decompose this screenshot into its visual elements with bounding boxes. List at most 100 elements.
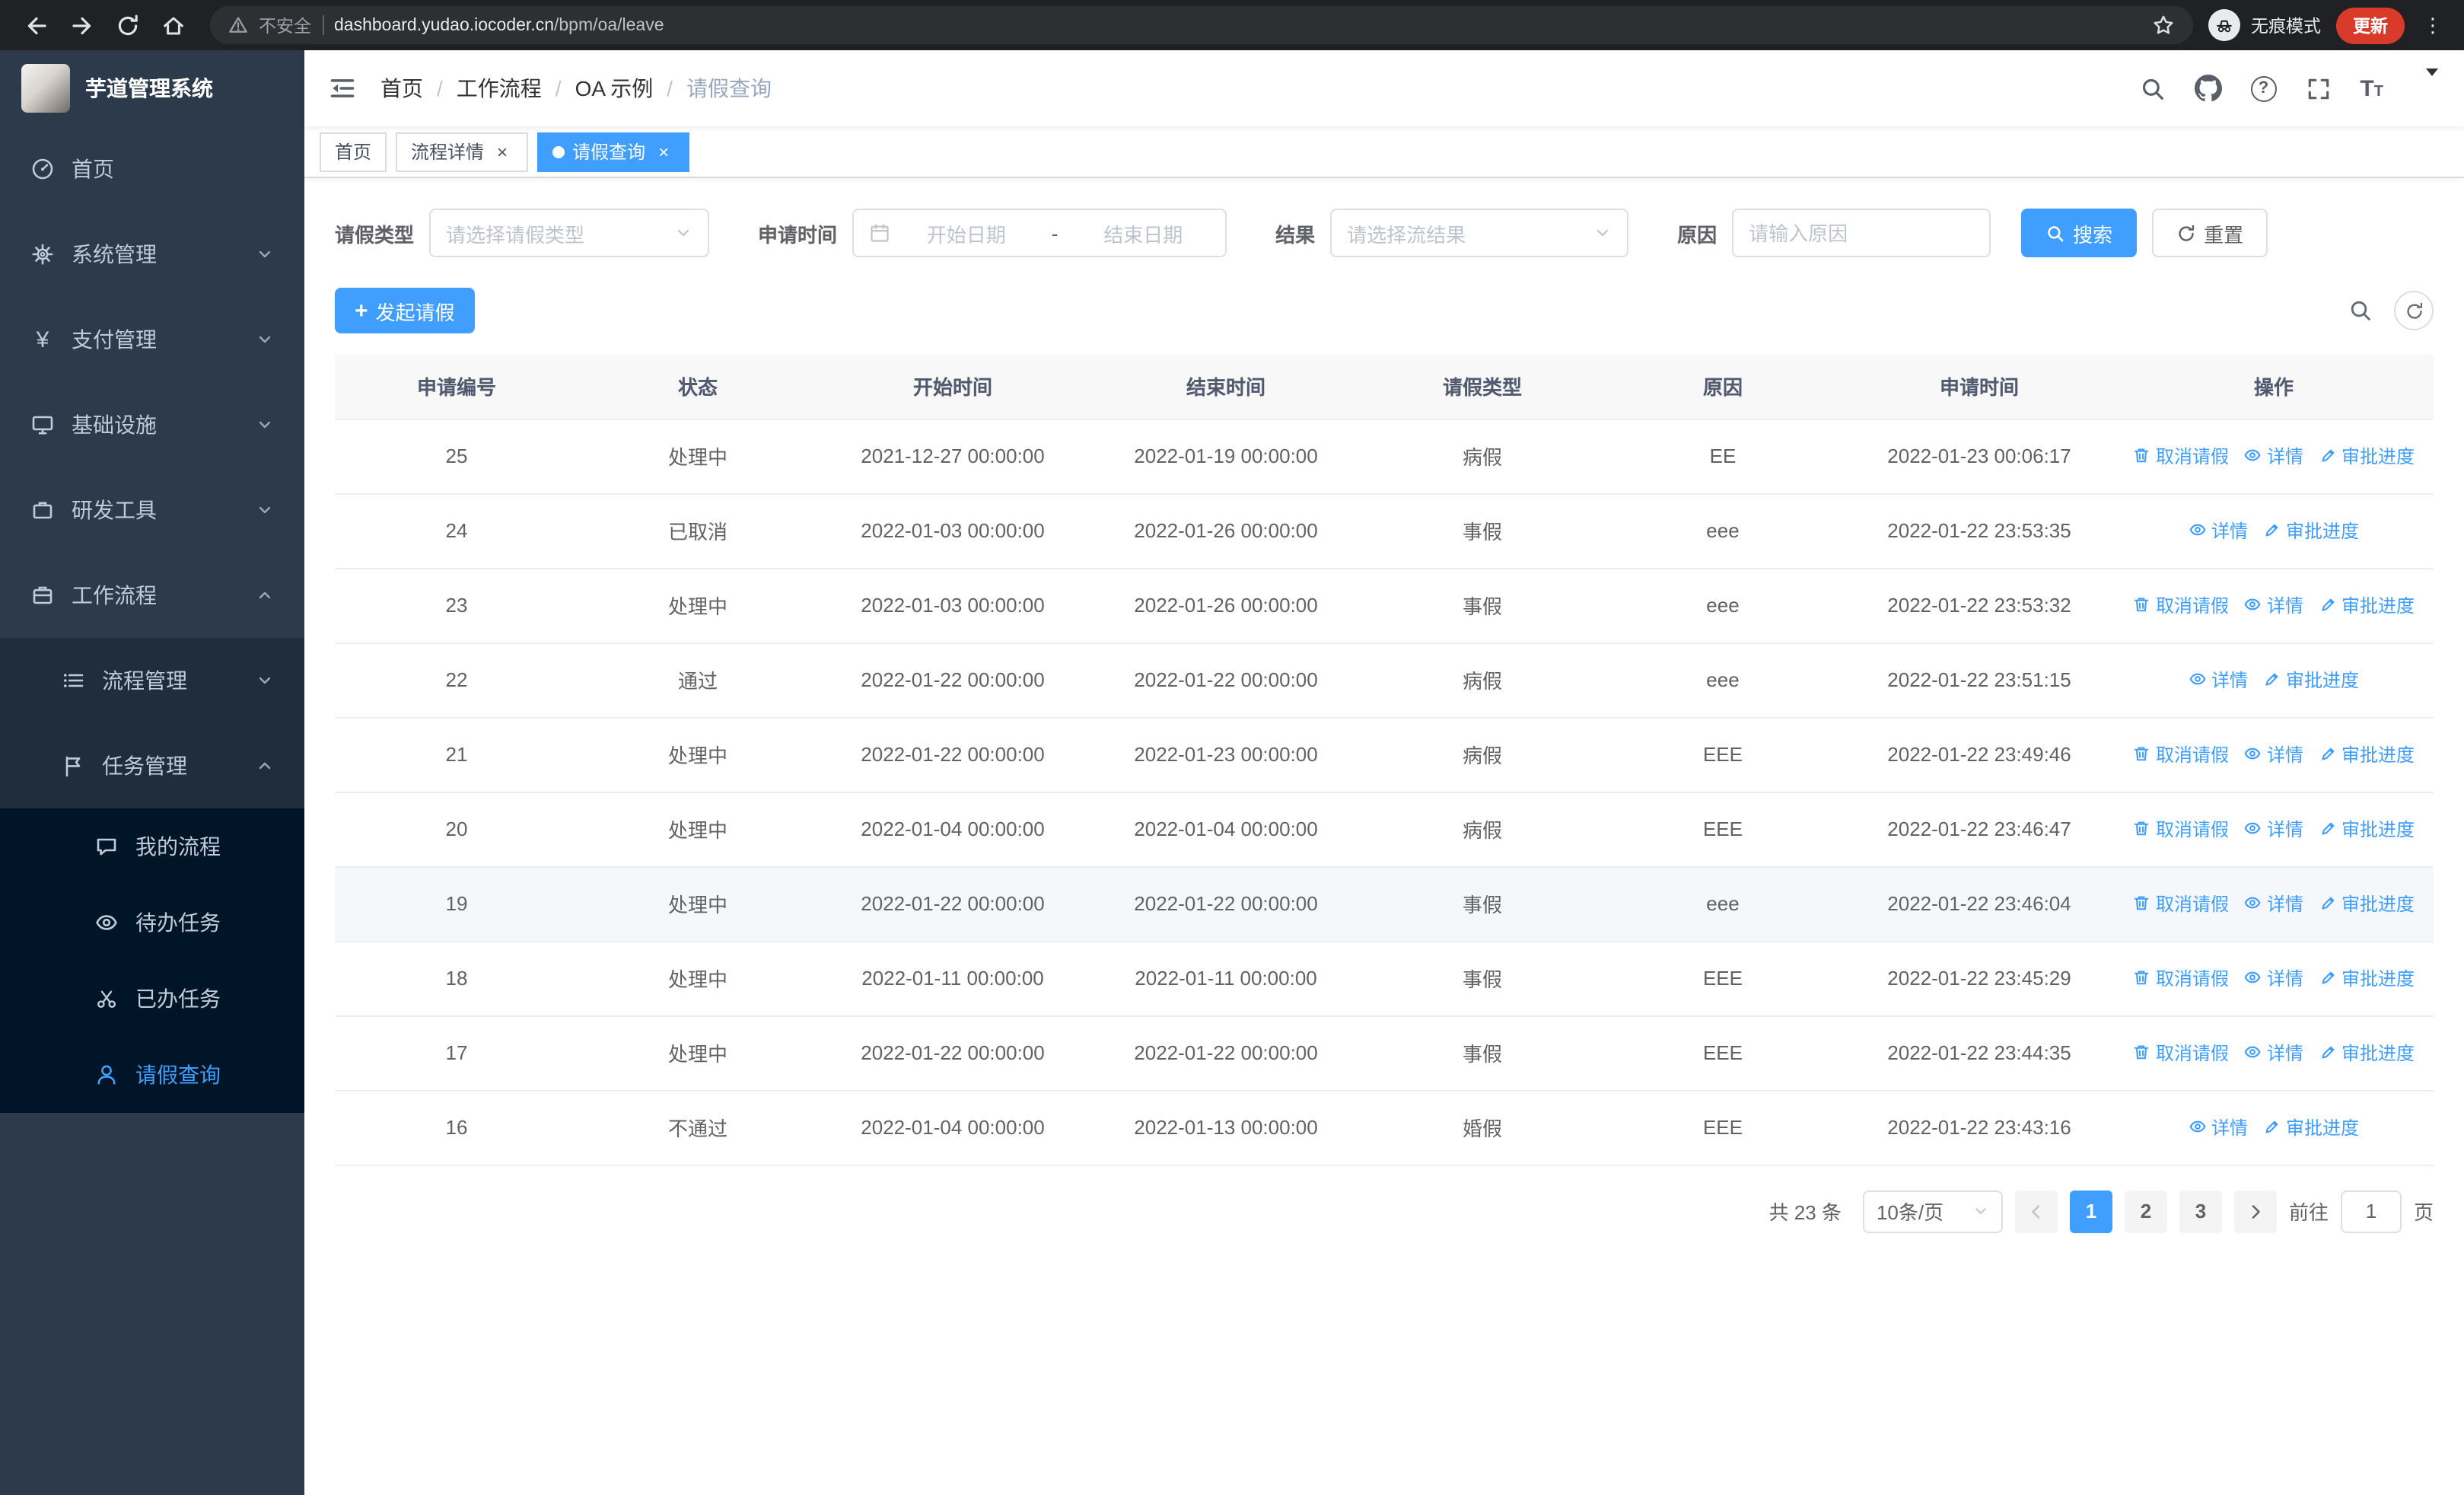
page-button-2[interactable]: 2 bbox=[2124, 1190, 2167, 1232]
browser-update-button[interactable]: 更新 bbox=[2336, 7, 2405, 43]
sidebar-item-process-mgmt[interactable]: 流程管理 bbox=[0, 638, 304, 723]
row-action-detail-link[interactable]: 详情 bbox=[2244, 443, 2303, 469]
button-label: 发起请假 bbox=[375, 301, 455, 324]
row-action-cancel-link[interactable]: 取消请假 bbox=[2133, 741, 2229, 767]
page-button-1[interactable]: 1 bbox=[2069, 1190, 2112, 1232]
row-action-detail-link[interactable]: 详情 bbox=[2244, 741, 2303, 767]
tab-label: 请假查询 bbox=[572, 142, 646, 163]
row-action-progress-link[interactable]: 审批进度 bbox=[2319, 741, 2415, 767]
cell-type: 事假 bbox=[1364, 1015, 1601, 1091]
row-action-cancel-link[interactable]: 取消请假 bbox=[2133, 443, 2229, 469]
navbar: 首页 / 工作流程 / OA 示例 / 请假查询 ? T T bbox=[304, 50, 2464, 126]
browser-menu-icon[interactable]: ⋮ bbox=[2420, 13, 2446, 37]
page-size-select[interactable]: 10条/页 bbox=[1862, 1190, 2003, 1232]
bookmark-star-icon[interactable] bbox=[2152, 14, 2175, 37]
next-page-button[interactable] bbox=[2233, 1190, 2277, 1232]
row-action-detail-link[interactable]: 详情 bbox=[2244, 891, 2303, 916]
browser-back-icon[interactable] bbox=[15, 5, 56, 46]
search-icon bbox=[2045, 223, 2065, 243]
sidebar-item-pay[interactable]: ¥ 支付管理 bbox=[0, 297, 304, 382]
row-action-detail-link[interactable]: 详情 bbox=[2244, 965, 2303, 991]
row-action-detail-link[interactable]: 详情 bbox=[2244, 1040, 2303, 1066]
sidebar-item-leave-query[interactable]: 请假查询 bbox=[0, 1037, 304, 1113]
row-action-progress-link[interactable]: 审批进度 bbox=[2263, 518, 2359, 543]
row-action-progress-link[interactable]: 审批进度 bbox=[2263, 667, 2359, 693]
fullscreen-icon[interactable] bbox=[2305, 75, 2331, 101]
goto-page-input[interactable] bbox=[2340, 1190, 2402, 1232]
date-range-picker[interactable]: 开始日期 - 结束日期 bbox=[852, 209, 1227, 257]
chat-bubble-icon bbox=[94, 834, 119, 859]
row-action-progress-link[interactable]: 审批进度 bbox=[2319, 592, 2415, 618]
row-action-detail-link[interactable]: 详情 bbox=[2189, 667, 2248, 693]
sidebar-item-my-process[interactable]: 我的流程 bbox=[0, 808, 304, 885]
row-action-cancel-link[interactable]: 取消请假 bbox=[2133, 816, 2229, 842]
search-button[interactable]: 搜索 bbox=[2021, 209, 2138, 257]
reason-input[interactable] bbox=[1749, 222, 1975, 244]
row-action-detail-link[interactable]: 详情 bbox=[2244, 592, 2303, 618]
sidebar-item-infra[interactable]: 基础设施 bbox=[0, 382, 304, 467]
reset-button[interactable]: 重置 bbox=[2152, 209, 2268, 257]
sidebar-item-tools[interactable]: 研发工具 bbox=[0, 467, 304, 553]
tab-leave-query[interactable]: 请假查询 × bbox=[537, 132, 690, 171]
chevron-up-icon bbox=[256, 757, 274, 775]
address-bar[interactable]: 不安全 dashboard.yudao.iocoder.cn/bpm/oa/le… bbox=[210, 6, 2193, 44]
sidebar-item-done-tasks[interactable]: 已办任务 bbox=[0, 961, 304, 1037]
font-size-icon[interactable]: TT bbox=[2360, 77, 2383, 100]
row-action-progress-link[interactable]: 审批进度 bbox=[2319, 1040, 2415, 1066]
refresh-table-icon[interactable] bbox=[2394, 291, 2434, 330]
row-action-cancel-link[interactable]: 取消请假 bbox=[2133, 965, 2229, 991]
row-action-detail-link[interactable]: 详情 bbox=[2244, 816, 2303, 842]
row-action-progress-link[interactable]: 审批进度 bbox=[2319, 965, 2415, 991]
sidebar-item-label: 首页 bbox=[72, 157, 114, 181]
cell-end: 2022-01-26 00:00:00 bbox=[1088, 493, 1364, 569]
breadcrumb-item[interactable]: 首页 bbox=[380, 73, 423, 104]
cell-start: 2022-01-22 00:00:00 bbox=[817, 866, 1088, 942]
row-action-cancel-link[interactable]: 取消请假 bbox=[2133, 592, 2229, 618]
eye-icon bbox=[2244, 447, 2262, 465]
eye-icon bbox=[2244, 745, 2262, 763]
leave-type-select[interactable]: 请选择请假类型 bbox=[429, 209, 710, 257]
github-icon[interactable] bbox=[2194, 75, 2222, 102]
row-action-progress-link[interactable]: 审批进度 bbox=[2319, 891, 2415, 916]
browser-reload-icon[interactable] bbox=[107, 5, 148, 46]
page-button-3[interactable]: 3 bbox=[2179, 1190, 2222, 1232]
row-action-progress-link[interactable]: 审批进度 bbox=[2319, 443, 2415, 469]
close-icon[interactable]: × bbox=[653, 141, 674, 162]
browser-home-icon[interactable] bbox=[152, 5, 193, 46]
cell-start: 2022-01-22 00:00:00 bbox=[817, 642, 1088, 718]
row-action-progress-link[interactable]: 审批进度 bbox=[2319, 816, 2415, 842]
pen-icon bbox=[2319, 447, 2337, 465]
trash-icon bbox=[2133, 969, 2151, 987]
sidebar-logo[interactable]: 芋道管理系统 bbox=[0, 50, 304, 126]
create-leave-button[interactable]: + 发起请假 bbox=[335, 288, 475, 333]
search-icon[interactable] bbox=[2139, 75, 2165, 101]
row-action-cancel-link[interactable]: 取消请假 bbox=[2133, 1040, 2229, 1066]
browser-forward-icon[interactable] bbox=[61, 5, 102, 46]
breadcrumb-item[interactable]: 工作流程 bbox=[457, 73, 542, 104]
select-placeholder: 请选择请假类型 bbox=[446, 223, 585, 246]
row-action-cancel-link[interactable]: 取消请假 bbox=[2133, 891, 2229, 916]
cell-id: 20 bbox=[335, 792, 578, 867]
close-icon[interactable]: × bbox=[492, 141, 513, 162]
sidebar-item-home[interactable]: 首页 bbox=[0, 126, 304, 212]
sidebar-item-todo-tasks[interactable]: 待办任务 bbox=[0, 885, 304, 961]
prev-page-button[interactable] bbox=[2014, 1190, 2058, 1232]
cell-reason: EEE bbox=[1601, 1015, 1845, 1091]
row-action-detail-link[interactable]: 详情 bbox=[2189, 1114, 2248, 1140]
help-icon[interactable]: ? bbox=[2250, 75, 2277, 101]
browser-toolbar: 不安全 dashboard.yudao.iocoder.cn/bpm/oa/le… bbox=[0, 0, 2464, 50]
sidebar-toggle-icon[interactable] bbox=[329, 75, 356, 102]
row-action-progress-link[interactable]: 审批进度 bbox=[2263, 1114, 2359, 1140]
tab-process-detail[interactable]: 流程详情 × bbox=[396, 132, 529, 171]
toggle-search-icon[interactable] bbox=[2348, 298, 2373, 323]
cell-actions: 详情 审批进度 bbox=[2114, 642, 2434, 718]
row-action-detail-link[interactable]: 详情 bbox=[2189, 518, 2248, 543]
breadcrumb-item[interactable]: OA 示例 bbox=[575, 73, 654, 104]
result-select[interactable]: 请选择流结果 bbox=[1330, 209, 1629, 257]
list-icon bbox=[61, 668, 85, 693]
sidebar-item-system[interactable]: 系统管理 bbox=[0, 212, 304, 297]
tab-home[interactable]: 首页 bbox=[320, 132, 387, 171]
sidebar-item-workflow[interactable]: 工作流程 bbox=[0, 553, 304, 638]
trash-icon bbox=[2133, 596, 2151, 614]
sidebar-item-task-mgmt[interactable]: 任务管理 bbox=[0, 723, 304, 808]
